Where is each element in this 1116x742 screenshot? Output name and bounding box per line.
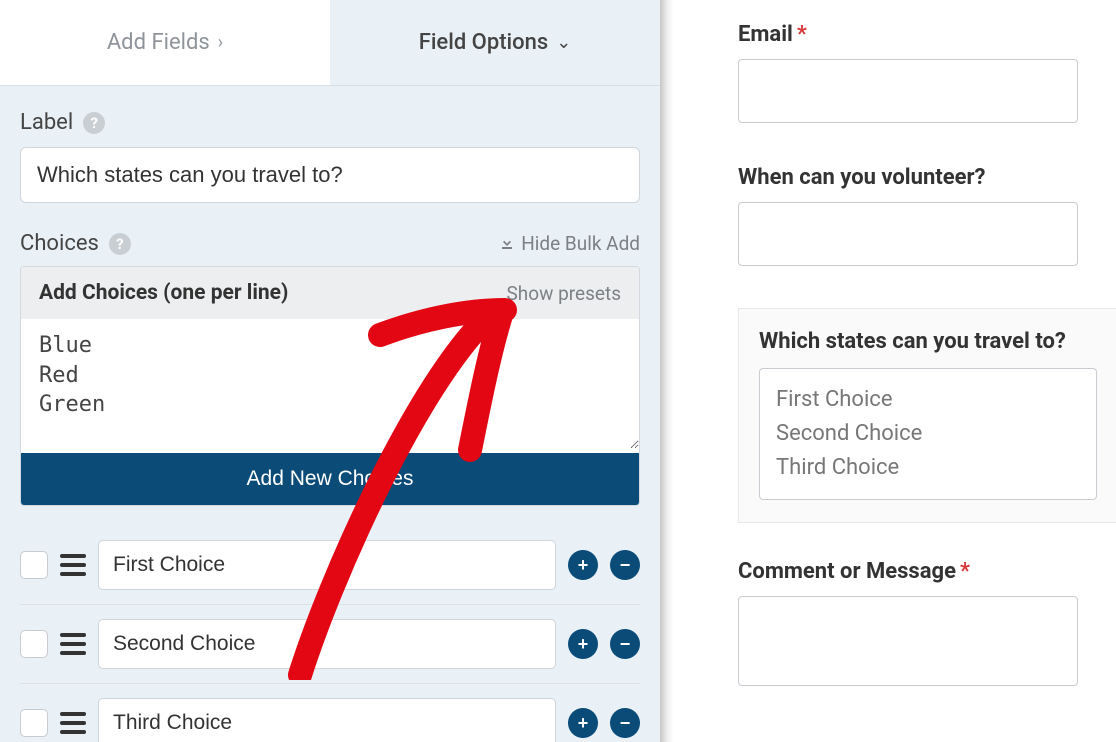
add-new-choices-button[interactable]: Add New Choices	[21, 453, 639, 505]
drag-handle-icon[interactable]	[60, 554, 86, 576]
label-title: Label	[20, 110, 73, 135]
hide-bulk-add-link[interactable]: Hide Bulk Add	[499, 232, 640, 255]
download-icon	[499, 232, 515, 255]
preview-choice: Third Choice	[776, 451, 1080, 485]
chevron-right-icon: ›	[218, 32, 223, 53]
remove-choice-button[interactable]: −	[610, 708, 640, 738]
show-presets-link[interactable]: Show presets	[507, 282, 621, 305]
volunteer-label: When can you volunteer?	[738, 165, 986, 190]
add-choice-button[interactable]: +	[568, 629, 598, 659]
email-label: Email	[738, 22, 793, 47]
panel-divider	[660, 0, 674, 742]
comment-input-preview[interactable]	[738, 596, 1078, 686]
form-preview-panel: Email * When can you volunteer? Which st…	[674, 0, 1116, 742]
states-choices-box: First Choice Second Choice Third Choice	[759, 368, 1097, 500]
choice-row: + −	[20, 684, 640, 742]
label-section-header: Label ?	[20, 110, 640, 135]
choice-checkbox[interactable]	[20, 709, 48, 737]
field-options-panel: Add Fields › Field Options ⌄ Label ? Cho…	[0, 0, 660, 742]
preview-choice: Second Choice	[776, 417, 1080, 451]
drag-handle-icon[interactable]	[60, 712, 86, 734]
bulk-add-box: Add Choices (one per line) Show presets …	[20, 266, 640, 506]
choices-header: Choices ? Hide Bulk Add	[20, 231, 640, 256]
remove-choice-button[interactable]: −	[610, 550, 640, 580]
comment-label: Comment or Message	[738, 559, 956, 584]
chevron-down-icon: ⌄	[556, 32, 571, 53]
tab-field-options-label: Field Options	[419, 30, 549, 55]
choice-checkbox[interactable]	[20, 551, 48, 579]
states-label: Which states can you travel to?	[759, 329, 1066, 354]
remove-choice-button[interactable]: −	[610, 629, 640, 659]
choices-title: Choices	[20, 231, 99, 256]
tab-add-fields-label: Add Fields	[107, 30, 210, 55]
required-asterisk: *	[797, 22, 807, 47]
label-input[interactable]	[20, 147, 640, 203]
email-input-preview[interactable]	[738, 59, 1078, 123]
preview-email-field: Email *	[738, 22, 1100, 123]
required-asterisk: *	[960, 559, 970, 584]
add-choice-button[interactable]: +	[568, 550, 598, 580]
drag-handle-icon[interactable]	[60, 633, 86, 655]
choice-row: + −	[20, 605, 640, 684]
bulk-add-header: Add Choices (one per line) Show presets	[21, 267, 639, 319]
bulk-choices-textarea[interactable]: Blue Red Green	[21, 319, 639, 449]
preview-choice: First Choice	[776, 383, 1080, 417]
tab-field-options[interactable]: Field Options ⌄	[330, 0, 660, 85]
field-options-body: Label ? Choices ? Hide Bulk Add	[0, 86, 660, 742]
choice-checkbox[interactable]	[20, 630, 48, 658]
help-icon[interactable]: ?	[83, 112, 105, 134]
builder-tabs: Add Fields › Field Options ⌄	[0, 0, 660, 86]
preview-comment-field: Comment or Message *	[738, 559, 1100, 686]
choice-text-input[interactable]	[98, 698, 556, 742]
bulk-add-title: Add Choices (one per line)	[39, 281, 288, 305]
tab-add-fields[interactable]: Add Fields ›	[0, 0, 330, 85]
volunteer-input-preview[interactable]	[738, 202, 1078, 266]
choice-text-input[interactable]	[98, 619, 556, 669]
add-choice-button[interactable]: +	[568, 708, 598, 738]
preview-volunteer-field: When can you volunteer?	[738, 165, 1100, 266]
choice-text-input[interactable]	[98, 540, 556, 590]
preview-states-field[interactable]: Which states can you travel to? First Ch…	[738, 308, 1116, 523]
choice-row: + −	[20, 526, 640, 605]
hide-bulk-add-label: Hide Bulk Add	[521, 232, 640, 255]
help-icon[interactable]: ?	[109, 233, 131, 255]
